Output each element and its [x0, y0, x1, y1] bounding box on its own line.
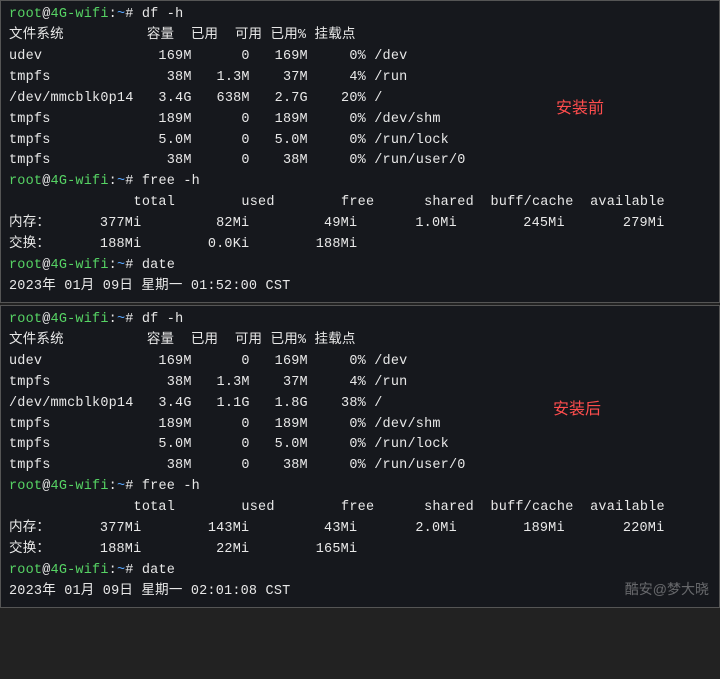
terminal-panel-before[interactable]: root@4G-wifi:~# df -h文件系统 容量 已用 可用 已用% 挂… — [0, 0, 720, 303]
df-row: tmpfs 189M 0 189M 0% /dev/shm — [9, 415, 711, 436]
annotation-after: 安装后 — [553, 398, 601, 423]
free-header: total used free shared buff/cache availa… — [9, 498, 711, 519]
prompt-line[interactable]: root@4G-wifi:~# date — [9, 561, 711, 582]
df-row: tmpfs 38M 1.3M 37M 4% /run — [9, 68, 711, 89]
terminal-panel-after[interactable]: root@4G-wifi:~# df -h文件系统 容量 已用 可用 已用% 挂… — [0, 305, 720, 608]
df-row: tmpfs 38M 1.3M 37M 4% /run — [9, 373, 711, 394]
free-header: total used free shared buff/cache availa… — [9, 193, 711, 214]
annotation-before: 安装前 — [556, 97, 604, 122]
prompt-line[interactable]: root@4G-wifi:~# free -h — [9, 172, 711, 193]
df-row: /dev/mmcblk0p14 3.4G 638M 2.7G 20% / — [9, 89, 711, 110]
df-row: tmpfs 38M 0 38M 0% /run/user/0 — [9, 456, 711, 477]
free-row: 内存： 377Mi 82Mi 49Mi 1.0Mi 245Mi 279Mi — [9, 214, 711, 235]
free-row: 交换： 188Mi 22Mi 165Mi — [9, 540, 711, 561]
df-row: tmpfs 38M 0 38M 0% /run/user/0 — [9, 151, 711, 172]
df-row: udev 169M 0 169M 0% /dev — [9, 47, 711, 68]
free-row: 内存： 377Mi 143Mi 43Mi 2.0Mi 189Mi 220Mi — [9, 519, 711, 540]
df-row: tmpfs 5.0M 0 5.0M 0% /run/lock — [9, 131, 711, 152]
prompt-line[interactable]: root@4G-wifi:~# date — [9, 256, 711, 277]
df-row: /dev/mmcblk0p14 3.4G 1.1G 1.8G 38% / — [9, 394, 711, 415]
date-output: 2023年 01月 09日 星期一 01:52:00 CST — [9, 277, 711, 298]
date-output: 2023年 01月 09日 星期一 02:01:08 CST — [9, 582, 711, 603]
df-row: tmpfs 5.0M 0 5.0M 0% /run/lock — [9, 435, 711, 456]
free-row: 交换： 188Mi 0.0Ki 188Mi — [9, 235, 711, 256]
df-row: udev 169M 0 169M 0% /dev — [9, 352, 711, 373]
df-header: 文件系统 容量 已用 可用 已用% 挂载点 — [9, 331, 711, 352]
prompt-line[interactable]: root@4G-wifi:~# df -h — [9, 5, 711, 26]
prompt-line[interactable]: root@4G-wifi:~# free -h — [9, 477, 711, 498]
prompt-line[interactable]: root@4G-wifi:~# df -h — [9, 310, 711, 331]
df-row: tmpfs 189M 0 189M 0% /dev/shm — [9, 110, 711, 131]
df-header: 文件系统 容量 已用 可用 已用% 挂载点 — [9, 26, 711, 47]
